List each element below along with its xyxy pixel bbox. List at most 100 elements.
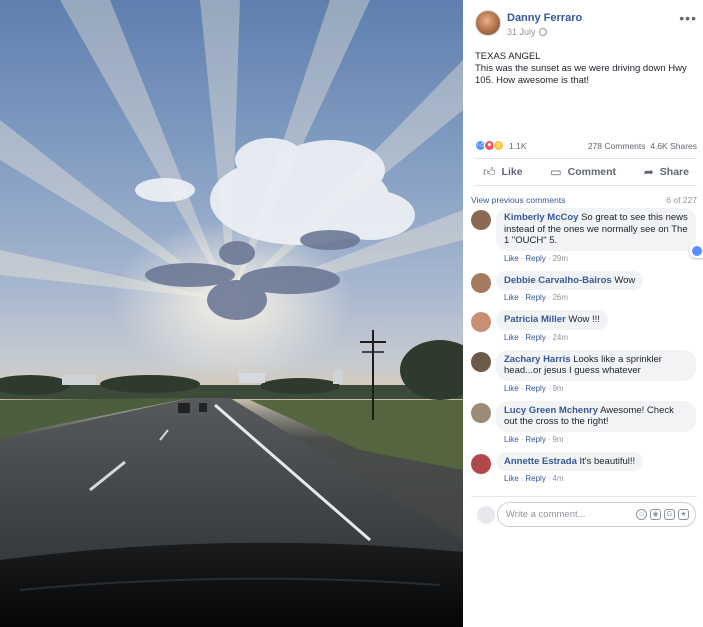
commenter-avatar[interactable] (471, 402, 491, 423)
comment-bubble-icon: ▭ (550, 165, 562, 179)
comment-like-link[interactable]: Like (504, 384, 519, 393)
camera-icon[interactable]: ◉ (650, 509, 661, 520)
comment-bubble: Zachary Harris Looks like a sprinkler he… (496, 349, 696, 381)
comment-time[interactable]: 9m (552, 384, 563, 393)
separator-dot: · (520, 293, 524, 302)
post-photo[interactable] (0, 0, 463, 627)
share-arrow-icon: ➦ (643, 165, 654, 179)
comment-bubble: Patricia Miller Wow !!! (496, 310, 608, 330)
comment-time[interactable]: 29m (552, 254, 568, 263)
comment-actions: Like · Reply · 26m (504, 293, 697, 302)
commenter-avatar[interactable] (471, 210, 491, 230)
comment-actions: Like · Reply · 24m (504, 333, 697, 342)
comment-time[interactable]: 4m (552, 474, 563, 483)
comment-input[interactable]: Write a comment... ☺ ◉ G ★ (497, 502, 696, 527)
comment-actions: Like · Reply · 29m (504, 254, 697, 263)
comment-button[interactable]: ▭ Comment (550, 165, 616, 179)
post-header: Danny Ferraro 31 July ••• (475, 10, 697, 40)
wow-reaction-icon: o (493, 140, 504, 151)
reactions-summary[interactable]: 👍︎ ♥ o 1.1K (475, 140, 527, 151)
post-actions: 👍︎ Like ▭ Comment ➦ Share (475, 158, 697, 186)
composer-icons: ☺ ◉ G ★ (636, 503, 689, 520)
separator-dot: · (520, 332, 524, 342)
view-previous-comments-link[interactable]: View previous comments (471, 195, 565, 205)
comment-bubble: Lucy Green Mchenry Awesome! Check out th… (496, 400, 696, 432)
comment-actions: Like · Reply · 9m (504, 384, 697, 393)
sticker-icon[interactable]: ★ (678, 509, 689, 520)
comment-like-link[interactable]: Like (504, 474, 519, 483)
comment-reply-link[interactable]: Reply (525, 474, 545, 483)
globe-icon (538, 28, 547, 36)
comment-item: Lucy Green Mchenry Awesome! Check out th… (471, 400, 697, 444)
post-date[interactable]: 31 July (507, 27, 536, 37)
gif-icon[interactable]: G (664, 509, 675, 520)
more-options-button[interactable]: ••• (679, 10, 697, 26)
comments-position: 6 of 227 (666, 195, 697, 205)
separator-dot: · (547, 434, 551, 444)
comment-actions: Like · Reply · 4m (504, 474, 697, 483)
commenter-name[interactable]: Kimberly McCoy (504, 212, 578, 223)
comment-button-label: Comment (567, 166, 617, 178)
comment-reply-link[interactable]: Reply (525, 435, 545, 444)
commenter-name[interactable]: Patricia Miller (504, 314, 566, 325)
post-stats: 👍︎ ♥ o 1.1K 278 Comments 4.6K Shares (475, 140, 697, 154)
share-button-label: Share (659, 166, 689, 178)
comment-time[interactable]: 9m (552, 435, 563, 444)
post-text-line2: This was the sunset as we were driving d… (475, 63, 687, 86)
comment-bubble: Debbie Carvalho-Bairos Wow (496, 270, 644, 290)
post-meta: 31 July (507, 27, 547, 37)
comment-text: Wow !!! (568, 314, 600, 325)
sunset-photo-drawing (0, 0, 463, 627)
comment-text: It's beautiful!! (579, 455, 636, 467)
comment-item: Debbie Carvalho-Bairos Wow Like · Reply · 26m (471, 270, 697, 302)
separator-dot: · (547, 332, 551, 342)
comment-like-link[interactable]: Like (504, 435, 519, 444)
comment-reactions[interactable]: 1 (688, 244, 703, 258)
comment-like-link[interactable]: Like (504, 333, 519, 342)
current-user-avatar (477, 506, 495, 524)
comment-reply-link[interactable]: Reply (525, 254, 545, 263)
comment-input-placeholder: Write a comment... (506, 509, 586, 520)
share-button[interactable]: ➦ Share (644, 165, 689, 179)
commenter-avatar[interactable] (471, 351, 491, 372)
comment-time[interactable]: 26m (552, 293, 568, 302)
comment-actions: Like · Reply · 9m (504, 435, 697, 444)
comment-like-link[interactable]: Like (504, 293, 519, 302)
like-button[interactable]: 👍︎ Like (483, 165, 523, 180)
commenter-avatar[interactable] (471, 312, 491, 332)
like-button-label: Like (501, 166, 523, 178)
separator-dot: · (547, 383, 551, 393)
emoji-icon[interactable]: ☺ (636, 509, 647, 520)
separator-dot: · (547, 293, 551, 302)
separator-dot: · (520, 474, 524, 483)
like-reaction-icon (691, 245, 702, 256)
comment-share-counts: 278 Comments 4.6K Shares (588, 141, 697, 151)
commenter-avatar[interactable] (471, 272, 491, 293)
reactions-count: 1.1K (509, 140, 527, 151)
comment-bubble: Annette Estrada It's beautiful!! (496, 451, 644, 471)
author-name[interactable]: Danny Ferraro (507, 12, 582, 24)
comment-like-link[interactable]: Like (504, 254, 519, 263)
comments-count[interactable]: 278 Comments (588, 141, 646, 151)
comment-reply-link[interactable]: Reply (525, 384, 545, 393)
thumbs-up-icon: 👍︎ (483, 164, 496, 179)
comment-item: Annette Estrada It's beautiful!! Like · Rep… (471, 451, 697, 483)
comment-time[interactable]: 24m (552, 333, 568, 342)
shares-count[interactable]: 4.6K Shares (650, 141, 697, 151)
comment-item: Kimberly McCoy So great to see this news… (471, 208, 703, 263)
separator-dot: · (547, 474, 551, 483)
commenter-name[interactable]: Debbie Carvalho-Bairos (504, 275, 612, 286)
post-text: TEXAS ANGEL This was the sunset as we we… (475, 51, 697, 87)
commenter-avatar[interactable] (471, 453, 491, 474)
comment-item: Zachary Harris Looks like a sprinkler he… (471, 349, 697, 393)
comments-header: View previous comments 6 of 227 (471, 195, 697, 205)
comment-reply-link[interactable]: Reply (525, 293, 545, 302)
post-text-line1: TEXAS ANGEL (475, 51, 541, 62)
author-avatar[interactable] (475, 10, 501, 36)
comment-item: Patricia Miller Wow !!! Like · Reply · 24m (471, 310, 697, 342)
commenter-name[interactable]: Lucy Green Mchenry (504, 405, 598, 416)
commenter-name[interactable]: Annette Estrada (504, 456, 577, 467)
commenter-name[interactable]: Zachary Harris (504, 354, 571, 365)
comment-reply-link[interactable]: Reply (525, 333, 545, 342)
comment-bubble: Kimberly McCoy So great to see this news… (496, 208, 703, 258)
